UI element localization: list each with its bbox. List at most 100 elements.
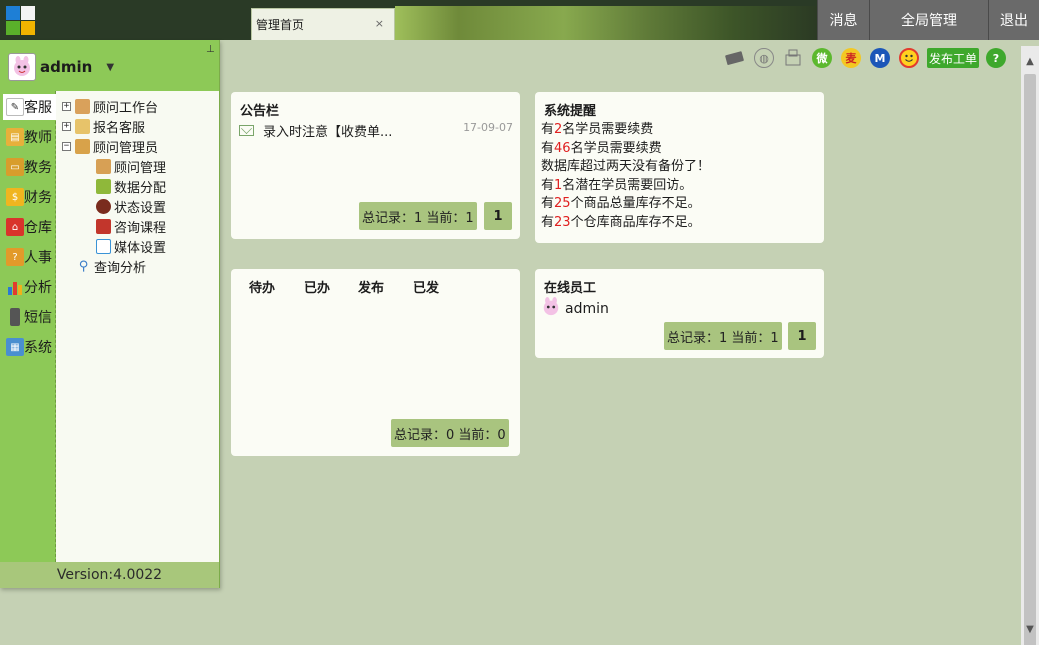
category-label: 系统 bbox=[24, 340, 52, 356]
expand-icon[interactable]: + bbox=[62, 101, 71, 111]
tab-todo[interactable]: 待办 bbox=[249, 277, 275, 296]
vertical-scrollbar[interactable]: ▲ ▼ bbox=[1021, 46, 1039, 645]
globe-icon[interactable]: ◍ bbox=[754, 48, 774, 68]
mail-icon bbox=[239, 124, 254, 136]
category-teacher[interactable]: ▤ 教师 bbox=[0, 124, 56, 150]
category-analysis[interactable]: 分析 bbox=[0, 274, 56, 300]
reminder-line[interactable]: 有2名学员需要续费 bbox=[541, 118, 653, 137]
expand-icon[interactable]: + bbox=[62, 121, 71, 131]
tv-icon bbox=[96, 238, 111, 254]
user-menu[interactable]: admin ▼ bbox=[8, 52, 114, 82]
tab-publish[interactable]: 发布 bbox=[358, 277, 384, 296]
pager-info: 总记录：1 当前：1 bbox=[359, 202, 477, 230]
person-icon: ? bbox=[6, 248, 24, 266]
category-academic[interactable]: ▭ 教务 bbox=[0, 154, 56, 180]
notice-item[interactable]: 录入时注意【收费单... 17-09-07 bbox=[239, 121, 513, 140]
category-sms[interactable]: 短信 bbox=[0, 304, 56, 330]
logout-button[interactable]: 退出 bbox=[988, 0, 1039, 40]
tree-item-query-analysis[interactable]: ⚲ 查询分析 bbox=[76, 256, 146, 276]
books-icon bbox=[96, 218, 111, 234]
app-logo bbox=[6, 6, 35, 35]
reminder-line[interactable]: 有1名潜在学员需要回访。 bbox=[541, 174, 692, 193]
page-button[interactable]: 1 bbox=[484, 202, 512, 230]
fax-icon[interactable] bbox=[783, 48, 803, 68]
category-system[interactable]: ▦ 系统 bbox=[0, 334, 56, 360]
pen-icon: ✎ bbox=[6, 98, 24, 116]
help-icon[interactable]: ? bbox=[986, 48, 1006, 68]
tree-item-advisor-manage[interactable]: 顾问管理 bbox=[96, 156, 166, 176]
category-warehouse[interactable]: ⌂ 仓库 bbox=[0, 214, 56, 240]
reminder-title: 系统提醒 bbox=[544, 104, 597, 119]
smiley-icon[interactable] bbox=[899, 48, 919, 68]
status-icon bbox=[96, 198, 111, 214]
scroll-down-icon[interactable]: ▼ bbox=[1021, 620, 1039, 638]
messages-button[interactable]: 消息 bbox=[817, 0, 869, 40]
weixin-icon[interactable]: 微 bbox=[812, 48, 832, 68]
tree-item-label: 媒体设置 bbox=[114, 240, 167, 256]
collapse-icon[interactable]: − bbox=[62, 141, 71, 151]
tree-item-enroll-service[interactable]: + 报名客服 bbox=[62, 116, 145, 136]
category-label: 仓库 bbox=[24, 220, 52, 236]
category-label: 教师 bbox=[24, 130, 52, 146]
online-staff-panel: 在线员工 admin 总记录：1 当前：1 1 bbox=[535, 269, 824, 358]
category-label: 短信 bbox=[24, 310, 52, 326]
reminder-line[interactable]: 有46名学员需要续费 bbox=[541, 137, 662, 156]
tree-item-label: 顾问管理 bbox=[114, 160, 167, 176]
category-finance[interactable]: $ 财务 bbox=[0, 184, 56, 210]
tree-item-label: 状态设置 bbox=[114, 200, 167, 216]
page-button[interactable]: 1 bbox=[788, 322, 816, 350]
reminder-line[interactable]: 有23个仓库商品库存不足。 bbox=[541, 211, 701, 230]
left-panel: admin ▼ ⊥ ✎ 客服 ▤ 教师 ▭ 教务 $ 财务 ⌂ 仓库 ? 人事 bbox=[0, 40, 220, 588]
tree-item-advisor-admin[interactable]: − 顾问管理员 bbox=[62, 136, 158, 156]
category-kefu[interactable]: ✎ 客服 bbox=[3, 94, 56, 120]
reminder-line[interactable]: 有25个商品总量库存不足。 bbox=[541, 192, 701, 211]
book-icon: ▤ bbox=[6, 128, 24, 146]
pin-icon[interactable]: ⊥ bbox=[206, 44, 215, 55]
chevron-down-icon[interactable]: ▼ bbox=[106, 62, 114, 73]
tree-item-advisor-workbench[interactable]: + 顾问工作台 bbox=[62, 96, 158, 116]
tag-icon bbox=[75, 118, 90, 134]
tree-item-label: 查询分析 bbox=[94, 260, 147, 276]
mai-icon[interactable]: 麦 bbox=[841, 48, 861, 68]
top-bar: 管理首页 × 消息 全局管理 退出 bbox=[0, 0, 1039, 40]
global-admin-button[interactable]: 全局管理 bbox=[869, 0, 988, 40]
pager-info: 总记录：1 当前：1 bbox=[664, 322, 782, 350]
notice-item-text: 录入时注意【收费单... bbox=[263, 124, 393, 140]
category-column: ✎ 客服 ▤ 教师 ▭ 教务 $ 财务 ⌂ 仓库 ? 人事 分析 短信 ▦ 系统 bbox=[0, 91, 56, 562]
scroll-thumb[interactable] bbox=[1024, 74, 1036, 645]
users-icon bbox=[75, 138, 90, 154]
magnifier-icon: ⚲ bbox=[78, 258, 89, 274]
tab-bar-background bbox=[395, 6, 817, 40]
tab-done[interactable]: 已办 bbox=[304, 277, 330, 296]
card-icon[interactable] bbox=[725, 48, 745, 68]
tree-item-label: 顾问工作台 bbox=[93, 100, 159, 116]
tree-item-courses[interactable]: 咨询课程 bbox=[96, 216, 166, 236]
tree-item-status-settings[interactable]: 状态设置 bbox=[96, 196, 166, 216]
house-icon: ⌂ bbox=[6, 218, 24, 236]
category-label: 教务 bbox=[24, 160, 52, 176]
m-icon[interactable]: M bbox=[870, 48, 890, 68]
username: admin bbox=[40, 58, 93, 76]
online-user-name: admin bbox=[565, 301, 609, 317]
tab-close-icon[interactable]: × bbox=[375, 17, 384, 30]
tab-home[interactable]: 管理首页 × bbox=[251, 8, 395, 40]
coins-icon: $ bbox=[6, 188, 24, 206]
reminder-line[interactable]: 数据库超过两天没有备份了！ bbox=[541, 155, 710, 174]
category-hr[interactable]: ? 人事 bbox=[0, 244, 56, 270]
publish-ticket-button[interactable]: 发布工单 bbox=[927, 48, 979, 68]
nav-tree: + 顾问工作台 + 报名客服 − 顾问管理员 顾问管理 数据分配 状态设置 咨询… bbox=[56, 91, 219, 562]
transfer-icon bbox=[96, 178, 111, 194]
tab-sent[interactable]: 已发 bbox=[413, 277, 439, 296]
scroll-up-icon[interactable]: ▲ bbox=[1021, 52, 1039, 70]
notice-title: 公告栏 bbox=[240, 104, 280, 119]
tree-item-data-assign[interactable]: 数据分配 bbox=[96, 176, 166, 196]
tree-item-label: 数据分配 bbox=[114, 180, 167, 196]
online-user[interactable]: admin bbox=[541, 297, 609, 321]
tree-item-label: 报名客服 bbox=[93, 120, 146, 136]
pager-info: 总记录：0 当前：0 bbox=[391, 419, 509, 447]
avatar-icon bbox=[541, 297, 561, 321]
version-label: Version:4.0022 bbox=[0, 562, 219, 588]
tree-item-media-settings[interactable]: 媒体设置 bbox=[96, 236, 166, 256]
category-label: 人事 bbox=[24, 250, 52, 266]
users-icon bbox=[96, 158, 111, 174]
